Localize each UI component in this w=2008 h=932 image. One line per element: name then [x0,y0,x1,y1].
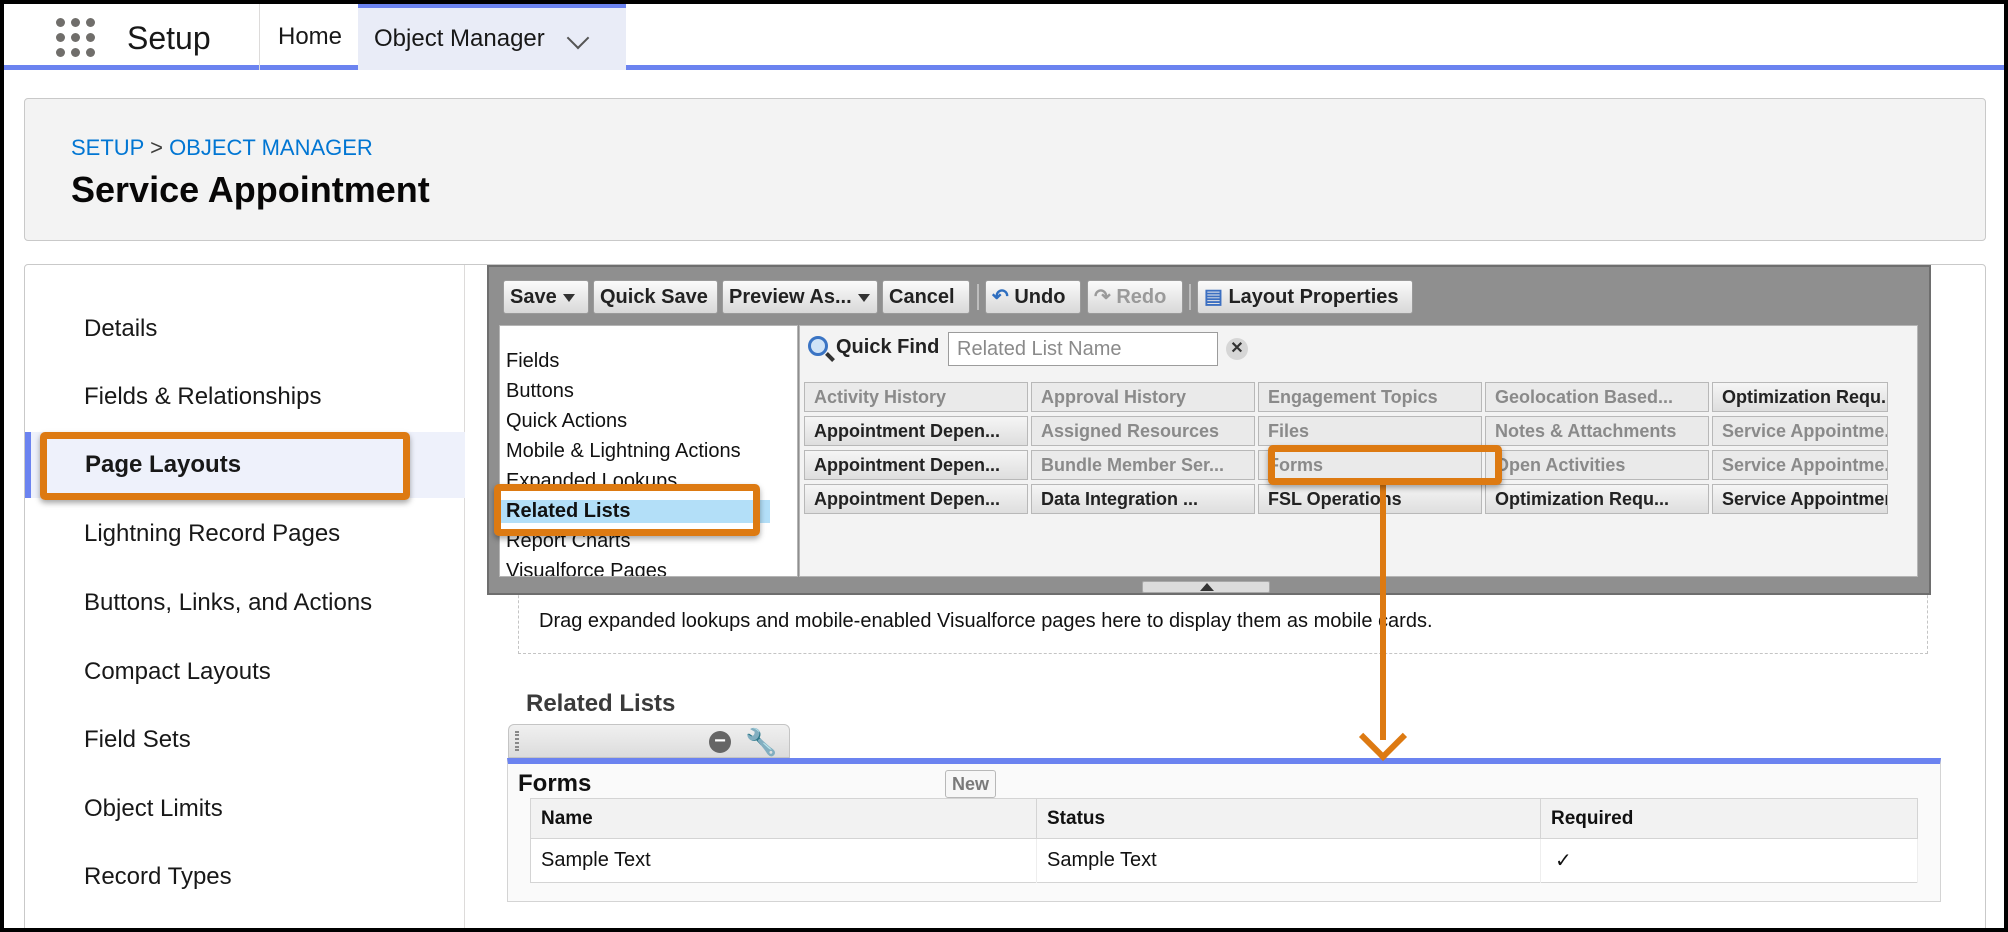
save-button[interactable]: Save [503,280,589,314]
drop-zone-hint: Drag expanded lookups and mobile-enabled… [539,610,1433,632]
palette-categories: Fields Buttons Quick Actions Mobile & Li… [499,325,798,577]
layout-palette: Save Quick Save Preview As... Cancel ↶ U… [487,265,1931,595]
undo-label: Undo [1014,286,1066,308]
palette-item[interactable]: Appointment Depen... [804,484,1028,514]
undo-icon: ↶ [992,286,1009,308]
drag-handle-icon[interactable] [515,731,519,751]
app-name: Setup [127,20,211,56]
quick-find-input[interactable] [948,332,1218,366]
nav-tab-object-manager[interactable]: Object Manager [358,4,626,70]
app-launcher-icon[interactable] [56,18,96,58]
quick-find-label: Quick Find [836,336,940,358]
search-icon [808,336,828,356]
remove-icon[interactable]: − [709,731,731,753]
new-button[interactable]: New [945,770,997,798]
redo-label: Redo [1116,286,1167,308]
palette-item[interactable]: Service Appointme... [1712,450,1888,480]
sidebar-item-record-types[interactable]: Record Types [24,844,464,910]
palette-item[interactable]: Appointment Depen... [804,416,1028,446]
breadcrumb-object-manager[interactable]: OBJECT MANAGER [169,135,373,160]
save-button-label: Save [510,286,557,308]
related-list-forms: Forms New Name Status Required Sample Te… [507,758,1941,902]
table-row: Sample Text Sample Text ✓ [530,838,1918,883]
cell-name: Sample Text [530,838,1037,883]
palette-item[interactable]: Activity History [804,382,1028,412]
sidebar-item-fields-relationships[interactable]: Fields & Relationships [24,364,464,430]
breadcrumb-setup[interactable]: SETUP [71,135,144,160]
column-header-required: Required [1540,798,1918,839]
related-lists-section-heading: Related Lists [526,690,676,717]
object-header: SETUP > OBJECT MANAGER Service Appointme… [24,98,1986,241]
palette-item[interactable]: Notes & Attachments [1485,416,1709,446]
palette-item[interactable]: Optimization Requ... [1712,382,1888,412]
palette-item[interactable]: Assigned Resources [1031,416,1255,446]
palette-item[interactable]: Approval History [1031,382,1255,412]
wrench-icon[interactable]: 🔧 [745,727,777,758]
related-list-toolbar[interactable]: − 🔧 [508,724,790,758]
sidebar-item-compact-layouts[interactable]: Compact Layouts [24,639,464,705]
palette-item[interactable]: Geolocation Based... [1485,382,1709,412]
save-dropdown-icon[interactable] [562,293,575,302]
layout-properties-label: Layout Properties [1228,286,1399,308]
redo-icon: ↷ [1094,286,1111,308]
redo-button[interactable]: ↷ Redo [1087,280,1183,314]
breadcrumb-separator: > [150,135,163,160]
palette-item[interactable]: Data Integration ... [1031,484,1255,514]
quick-save-button[interactable]: Quick Save [593,280,718,314]
sidebar-item-field-sets[interactable]: Field Sets [24,707,464,773]
category-fields[interactable]: Fields [506,350,559,373]
highlight-page-layouts [40,432,410,500]
clear-search-icon[interactable]: ✕ [1226,338,1248,360]
cancel-button[interactable]: Cancel [882,280,970,314]
layout-properties-icon: ▤ [1204,286,1223,308]
palette-collapse-handle[interactable] [1142,581,1270,593]
toolbar-divider [977,284,979,310]
palette-item[interactable]: Service Appointme... [1712,416,1888,446]
breadcrumb: SETUP > OBJECT MANAGER [71,135,373,161]
palette-item[interactable]: Optimization Requ... [1485,484,1709,514]
sidebar-item-details[interactable]: Details [24,296,464,362]
palette-item[interactable]: Engagement Topics [1258,382,1482,412]
related-list-title: Forms [518,770,592,797]
palette-item[interactable]: Appointment Depen... [804,450,1028,480]
chevron-down-icon[interactable] [566,26,590,50]
global-header: Setup Home Object Manager [4,4,2004,70]
related-list-table: Name Status Required Sample Text Sample … [530,798,1918,883]
sidebar-item-buttons-links-actions[interactable]: Buttons, Links, and Actions [24,570,464,636]
annotation-arrow [1380,478,1386,740]
palette-item[interactable]: Open Activities [1485,450,1709,480]
category-mobile-lightning-actions[interactable]: Mobile & Lightning Actions [506,440,741,463]
highlight-forms-item [1268,445,1502,485]
preview-dropdown-icon [857,293,870,302]
highlight-related-lists [494,484,760,536]
palette-item[interactable]: Files [1258,416,1482,446]
preview-as-label: Preview As... [729,286,852,308]
category-buttons[interactable]: Buttons [506,380,574,403]
page-title: Service Appointment [71,169,430,210]
sidebar-item-lightning-record-pages[interactable]: Lightning Record Pages [24,501,464,567]
column-header-status: Status [1036,798,1541,839]
palette-item[interactable]: Bundle Member Ser... [1031,450,1255,480]
palette-item[interactable]: FSL Operations [1258,484,1482,514]
category-quick-actions[interactable]: Quick Actions [506,410,627,433]
preview-as-button[interactable]: Preview As... [722,280,878,314]
column-header-name: Name [530,798,1037,839]
layout-properties-button[interactable]: ▤ Layout Properties [1197,280,1413,314]
toolbar-divider [1189,284,1191,310]
checkmark-icon: ✓ [1540,838,1918,883]
palette-item[interactable]: Service Appointmen [1712,484,1888,514]
nav-tab-object-manager-label: Object Manager [374,25,545,52]
undo-button[interactable]: ↶ Undo [985,280,1081,314]
category-visualforce-pages[interactable]: Visualforce Pages [506,560,667,576]
cell-status: Sample Text [1036,838,1541,883]
sidebar-item-object-limits[interactable]: Object Limits [24,776,464,842]
nav-tab-home[interactable]: Home [259,4,362,70]
